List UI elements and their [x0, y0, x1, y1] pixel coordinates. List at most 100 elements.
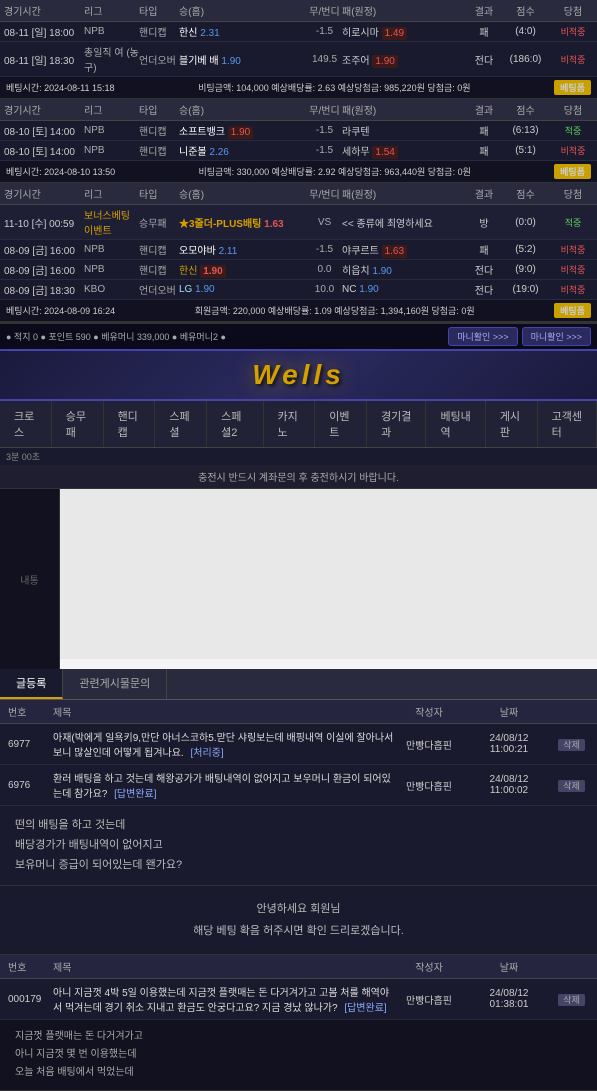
game-score: (5:1): [498, 145, 553, 156]
col-hdp-label: 무/번디: [307, 102, 342, 117]
handicap: -1.5: [307, 145, 342, 156]
game-time: 08-10 [토] 14:00: [4, 143, 84, 158]
col-league-label: 리그: [84, 3, 139, 18]
away-odds: 1.90: [359, 284, 378, 295]
home-name: 니준볼: [179, 147, 207, 158]
game-result: 방: [470, 215, 498, 230]
game-score: (4:0): [498, 26, 553, 37]
post-title[interactable]: 아재(박에게 일욕키9,만단 아너스코하5.맏단 샤링보는데 배핑내역 이실에 …: [53, 729, 394, 759]
nav-handicap[interactable]: 핸디캡: [104, 401, 156, 447]
table-header-3: 경기시간 리그 타입 승(홈) 무/번디 패(원정) 결과 점수 당첨: [0, 183, 597, 205]
col-title: 제목: [53, 704, 394, 719]
post-detail-2: 지금껏 플랫매는 돈 다거겨가고 아니 지금껏 몇 번 이용했는데 오늘 처음 …: [0, 1020, 597, 1091]
bet-status: 비적중: [553, 25, 593, 38]
post-title[interactable]: 환러 배팅을 하고 것는데 해왕공가가 배팅내역이 없어지고 보우머니 환금이 …: [53, 770, 394, 800]
col-type-label: 타입: [139, 186, 179, 201]
ticker-text: ● 적지 0 ● 포인트 590 ● 베유머니 339,000 ● 베유머니2 …: [6, 330, 226, 343]
game-league: NPB: [84, 145, 139, 156]
notice-text: 충전시 반드시 계좌문의 후 충전하시기 바랍니다.: [198, 473, 399, 484]
game-time: 11-10 [수] 00:59: [4, 215, 84, 230]
game-result: 전다: [470, 52, 498, 67]
nav-cross[interactable]: 크로스: [0, 401, 52, 447]
game-score: (5:2): [498, 244, 553, 255]
post-author: 만빵다흡핀: [394, 992, 464, 1007]
col-win-label: 당첨: [553, 102, 593, 117]
nav-bet-history[interactable]: 베팅내역: [426, 401, 485, 447]
col-league-label: 리그: [84, 102, 139, 117]
home-odds: 1.90: [195, 284, 214, 295]
table-row: 08-10 [토] 14:00 NPB 핸디캡 소프트뱅크 1.90 -1.5 …: [0, 121, 597, 141]
col-score-label: 점수: [498, 102, 553, 117]
home-team: ★3줄더-PLUS배팅 1.63: [179, 215, 307, 230]
delete-btn[interactable]: 삭제: [558, 739, 585, 751]
post-no: 6977: [8, 739, 53, 750]
right-panel: [60, 489, 597, 669]
nav-customer[interactable]: 고객센터: [538, 401, 597, 447]
bet-status: 비적중: [553, 283, 593, 296]
post-date: 24/08/12 11:00:02: [464, 774, 554, 796]
bet-status: 비적중: [553, 243, 593, 256]
col-result-label: 결과: [470, 3, 498, 18]
col-time-label: 경기시간: [4, 3, 84, 18]
col-win-label: 당첨: [553, 3, 593, 18]
col-author: 작성자: [394, 704, 464, 719]
game-score: (6:13): [498, 125, 553, 136]
post-date: 24/08/12 11:00:21: [464, 733, 554, 755]
game-league: NPB: [84, 26, 139, 37]
nav-results[interactable]: 경기결과: [367, 401, 426, 447]
post-action: 삭제: [554, 738, 589, 751]
game-time: 08-09 [금] 16:00: [4, 242, 84, 257]
bet-table-2: 경기시간 리그 타입 승(홈) 무/번디 패(원정) 결과 점수 당첨 08-1…: [0, 99, 597, 183]
nav-special[interactable]: 스페셜: [155, 401, 207, 447]
home-odds: 1.63: [264, 219, 283, 230]
col-hdp-label: 무/번디: [307, 186, 342, 201]
nav-special2[interactable]: 스페셜2: [207, 401, 263, 447]
handicap: 0.0: [307, 264, 342, 275]
tab-register[interactable]: 글등록: [0, 669, 63, 699]
post-title[interactable]: 아니 지금껏 4박 5일 이용했는데 지금껏 플랫매는 돈 다거겨가고 고봄 처…: [53, 984, 394, 1014]
delete-btn[interactable]: 삭제: [558, 994, 585, 1006]
home-name: 한신: [179, 28, 197, 39]
away-team: << 종류에 최영하세요: [342, 215, 470, 230]
tab-bar: 글등록 관련게시물문의: [0, 669, 597, 700]
col-win-label: 당첨: [553, 186, 593, 201]
game-time: 08-10 [토] 14:00: [4, 123, 84, 138]
away-team: 히로시마 1.49: [342, 24, 470, 39]
bet-form-btn-1[interactable]: 베팅폼: [554, 80, 591, 95]
bet-status: 비적중: [553, 53, 593, 66]
nav-events[interactable]: 이벤트: [315, 401, 367, 447]
nav-casino[interactable]: 카지노: [264, 401, 316, 447]
delete-btn[interactable]: 삭제: [558, 780, 585, 792]
post-line-1: 떤의 배팅을 하고 것는데: [15, 816, 582, 836]
col-away-label: 패(원정): [342, 186, 470, 201]
game-score: (9:0): [498, 264, 553, 275]
away-team: NC 1.90: [342, 284, 470, 295]
post-status-link[interactable]: [답변완료]: [344, 1003, 386, 1014]
game-league: NPB: [84, 125, 139, 136]
home-name: 소프트뱅크: [179, 127, 225, 138]
bet-form-btn-2[interactable]: 베팅폼: [554, 164, 591, 179]
post-status-link[interactable]: [처리중]: [191, 748, 224, 759]
mani-btn-2[interactable]: 마니활인 >>>: [522, 327, 591, 346]
board-section-1: 번호 제목 작성자 날짜 6977 아재(박에게 일욕키9,만단 아너스코하5.…: [0, 700, 597, 806]
home-team: 블기베 배 1.90: [179, 52, 307, 67]
nav-board[interactable]: 게시판: [486, 401, 538, 447]
away-name: 히읍치: [342, 266, 370, 277]
table-row: 08-11 [일] 18:30 총일직 여 (농구) 언더오버 블기베 배 1.…: [0, 42, 597, 77]
nav-win-draw-lose[interactable]: 승무패: [52, 401, 104, 447]
nav-sub-bar: 3분 00초: [0, 448, 597, 465]
tab-related[interactable]: 관련게시물문의: [63, 669, 167, 699]
game-type: 언더오버: [139, 52, 179, 67]
away-name: 라쿠텐: [342, 127, 370, 138]
away-team: 세하무 1.54: [342, 143, 470, 158]
col-date: 날짜: [464, 704, 554, 719]
col-hdp-label: 무/번디: [307, 3, 342, 18]
board-header-2: 번호 제목 작성자 날짜: [0, 955, 597, 979]
col-action: [554, 959, 589, 974]
post-status-link[interactable]: [답변완료]: [114, 789, 156, 800]
table-row: 08-09 [금] 18:30 KBO 언더오버 LG 1.90 10.0 NC…: [0, 280, 597, 300]
mani-btn-1[interactable]: 마니활인 >>>: [448, 327, 517, 346]
bet-form-btn-3[interactable]: 베팅폼: [554, 303, 591, 318]
handicap: 10.0: [307, 284, 342, 295]
game-result: 전다: [470, 282, 498, 297]
